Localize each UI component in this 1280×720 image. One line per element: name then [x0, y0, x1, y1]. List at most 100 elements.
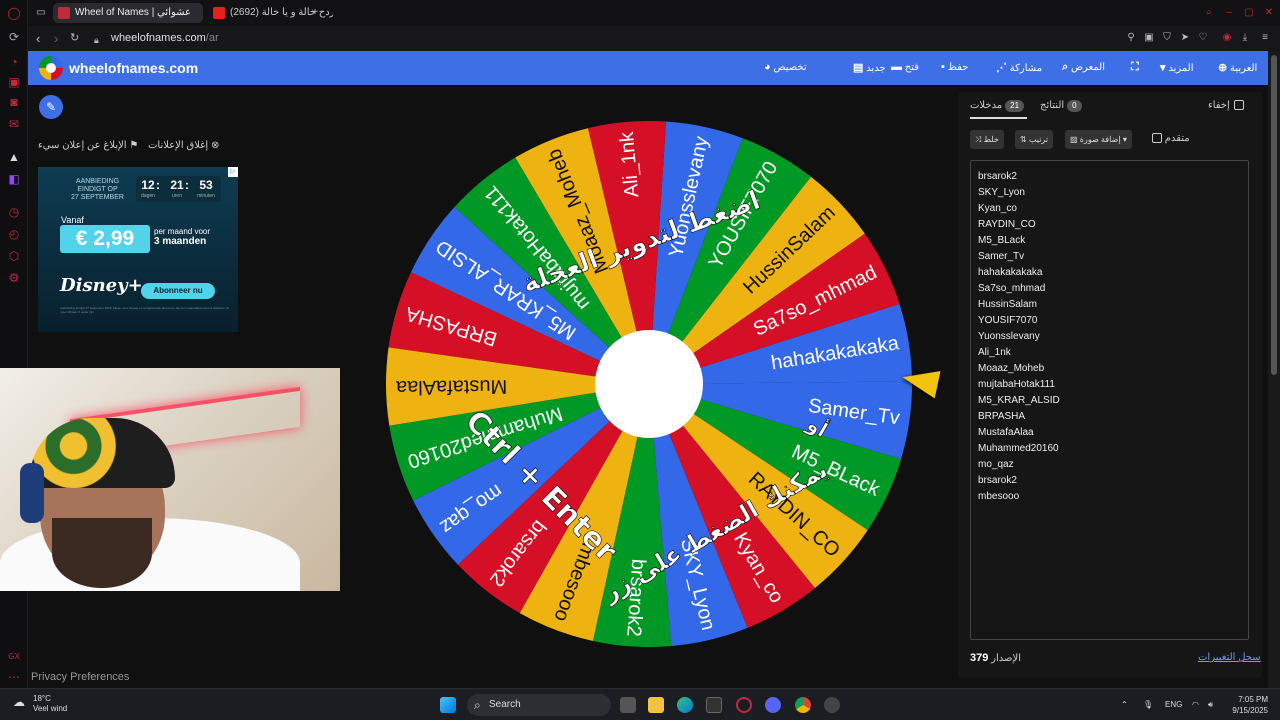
- wifi-icon[interactable]: ◠: [1192, 700, 1199, 709]
- gallery-button[interactable]: ⌕ المعرض: [1057, 61, 1105, 74]
- entry-item[interactable]: hahakakakaka: [978, 265, 1248, 281]
- opera-gx-icon[interactable]: [736, 697, 752, 713]
- entry-item[interactable]: mbesooo: [978, 489, 1248, 505]
- wheel-center[interactable]: [595, 330, 703, 438]
- volume-icon[interactable]: 🔊︎: [1208, 700, 1213, 710]
- clock-icon[interactable]: ◴: [7, 227, 21, 241]
- entry-item[interactable]: mujtabaHotak111: [978, 377, 1248, 393]
- entry-item[interactable]: Muhammed20160: [978, 441, 1248, 457]
- language-indicator[interactable]: ENG: [1165, 700, 1182, 709]
- mic-icon[interactable]: 🎙︎: [1143, 700, 1153, 709]
- extensions-icon[interactable]: ⬡: [7, 249, 21, 263]
- tray-chevron-icon[interactable]: ⌃: [1121, 700, 1128, 709]
- shuffle-button[interactable]: ⤨ خلط: [970, 130, 1004, 149]
- history-icon[interactable]: ◷: [7, 205, 21, 219]
- download-icon[interactable]: ⤓: [1239, 32, 1251, 44]
- advanced-checkbox[interactable]: [1152, 133, 1162, 144]
- entries-textarea[interactable]: brsarok2 SKY_Lyon Kyan_co RAYDIN_CO M5_BLack…: [970, 160, 1249, 640]
- entry-item[interactable]: SKY_Lyon: [978, 185, 1248, 201]
- page-scrollbar[interactable]: [1268, 51, 1280, 688]
- entry-item[interactable]: Samer_Tv: [978, 249, 1248, 265]
- mail-icon[interactable]: ✉: [7, 117, 21, 131]
- advanced-toggle[interactable]: متقدم: [1148, 133, 1190, 144]
- privacy-preferences-link[interactable]: Privacy Preferences: [31, 671, 129, 683]
- customize-button[interactable]: ◕ تخصيص: [759, 61, 807, 73]
- file-explorer-icon[interactable]: [648, 697, 664, 713]
- maximize-icon[interactable]: ▢: [1243, 7, 1255, 19]
- entry-item[interactable]: brsarok2: [978, 169, 1248, 185]
- back-icon[interactable]: ‹: [36, 31, 40, 46]
- entry-item[interactable]: Ali_1nk: [978, 345, 1248, 361]
- hide-checkbox[interactable]: [1233, 100, 1244, 111]
- shield-icon[interactable]: ⛉: [1161, 32, 1173, 44]
- entry-item[interactable]: Sa7so_mhmad: [978, 281, 1248, 297]
- url-field[interactable]: wheelofnames.com/ar: [111, 32, 219, 44]
- add-image-button[interactable]: ▨ إضافة صورة ▾: [1065, 130, 1132, 149]
- minimize-icon[interactable]: –: [1223, 7, 1235, 19]
- entry-item[interactable]: Moaaz_Moheb: [978, 361, 1248, 377]
- entry-item[interactable]: mo_qaz: [978, 457, 1248, 473]
- twitch-icon[interactable]: ◧: [7, 172, 21, 186]
- entry-item[interactable]: MustafaAlaa: [978, 425, 1248, 441]
- tab-entries[interactable]: مدخلات 21: [970, 100, 1028, 119]
- advertisement-banner[interactable]: AANBIEDING EINDIGT OP 27 SEPTEMBER 12 21 5…: [38, 167, 238, 332]
- entry-item[interactable]: brsarok2: [978, 473, 1248, 489]
- tab-search-icon[interactable]: ▭: [35, 7, 47, 19]
- heart-icon[interactable]: ♡: [1197, 32, 1209, 44]
- save-button[interactable]: ▪ حفظ: [936, 61, 968, 73]
- entry-item[interactable]: RAYDIN_CO: [978, 217, 1248, 233]
- subscribe-button[interactable]: Abonneer nu: [141, 283, 215, 299]
- snapshot-icon[interactable]: ▣: [1143, 32, 1155, 44]
- new-button[interactable]: ▤ جديد: [848, 61, 886, 74]
- discord-icon[interactable]: [765, 697, 781, 713]
- entry-item[interactable]: M5_KRAR_ALSID: [978, 393, 1248, 409]
- tab-results[interactable]: النتائج 0: [1040, 100, 1085, 112]
- gx-icon[interactable]: GX: [7, 650, 21, 664]
- opera-logo-icon[interactable]: ◯: [7, 6, 21, 20]
- sort-button[interactable]: ⇅ ترتيب: [1015, 130, 1054, 149]
- more-icon[interactable]: ⋯: [7, 670, 21, 684]
- edit-pencil-button[interactable]: ✎: [39, 95, 63, 119]
- tab-wheel-of-names[interactable]: Wheel of Names | عشوائي: [53, 3, 203, 23]
- forward-icon[interactable]: ›: [54, 31, 58, 46]
- spin-wheel[interactable]: hahakakakakaSa7so_mhmadHussinSalamYOUSIF…: [384, 118, 914, 650]
- open-button[interactable]: ▬ فتح: [886, 61, 919, 73]
- messenger-icon[interactable]: ◙: [7, 95, 21, 109]
- entry-item[interactable]: Kyan_co: [978, 201, 1248, 217]
- close-icon[interactable]: ✕: [1263, 7, 1275, 19]
- taskbar-search[interactable]: Search: [467, 694, 611, 716]
- adchoices-icon[interactable]: ▷: [228, 167, 238, 177]
- new-tab-icon[interactable]: +: [309, 7, 321, 19]
- entry-item[interactable]: BRPASHA: [978, 409, 1248, 425]
- entry-item[interactable]: HussinSalam: [978, 297, 1248, 313]
- entry-item[interactable]: Yuonsslevany: [978, 329, 1248, 345]
- close-ads-link[interactable]: إغلاق الإعلانات ⊗: [148, 140, 219, 151]
- weather-widget[interactable]: ☁ 18°C Veel wind: [13, 694, 67, 714]
- logo-icon[interactable]: [39, 56, 63, 80]
- more-button[interactable]: ▾ المزيد: [1155, 61, 1193, 74]
- pin-icon[interactable]: ⚲: [1125, 32, 1137, 44]
- sync-icon[interactable]: ⟳: [7, 30, 21, 44]
- shopping-icon[interactable]: ▣: [7, 75, 21, 89]
- hide-toggle[interactable]: إخفاء: [1208, 100, 1244, 111]
- aria-icon[interactable]: ◔: [7, 55, 21, 69]
- wheel-container[interactable]: hahakakakaka Sa7so_mhmad HussinSalam YOUSIF…: [384, 118, 914, 650]
- player-icon[interactable]: ▲: [7, 150, 21, 164]
- share-button[interactable]: ⋰ مشاركة: [991, 61, 1042, 74]
- store-icon[interactable]: [706, 697, 722, 713]
- search-icon[interactable]: ⌕: [1203, 7, 1215, 19]
- site-brand[interactable]: wheelofnames.com: [69, 60, 198, 76]
- report-ad-link[interactable]: الإبلاغ عن إعلان سيء ⚑: [38, 140, 138, 151]
- entry-item[interactable]: M5_BLack: [978, 233, 1248, 249]
- entry-item[interactable]: YOUSIF7070: [978, 313, 1248, 329]
- share-icon[interactable]: ➤: [1179, 32, 1191, 44]
- edge-icon[interactable]: [677, 697, 693, 713]
- reload-icon[interactable]: ↻: [70, 31, 79, 46]
- task-view-icon[interactable]: [620, 697, 636, 713]
- taskbar-clock[interactable]: 7:05 PM 9/15/2025: [1226, 694, 1268, 716]
- fullscreen-button[interactable]: ⛶: [1126, 61, 1139, 74]
- windows-start-icon[interactable]: [440, 697, 456, 713]
- chrome-icon[interactable]: [795, 697, 811, 713]
- changelog-link[interactable]: سجل التغييرات: [1198, 652, 1261, 663]
- menu-icon[interactable]: ≡: [1259, 32, 1271, 44]
